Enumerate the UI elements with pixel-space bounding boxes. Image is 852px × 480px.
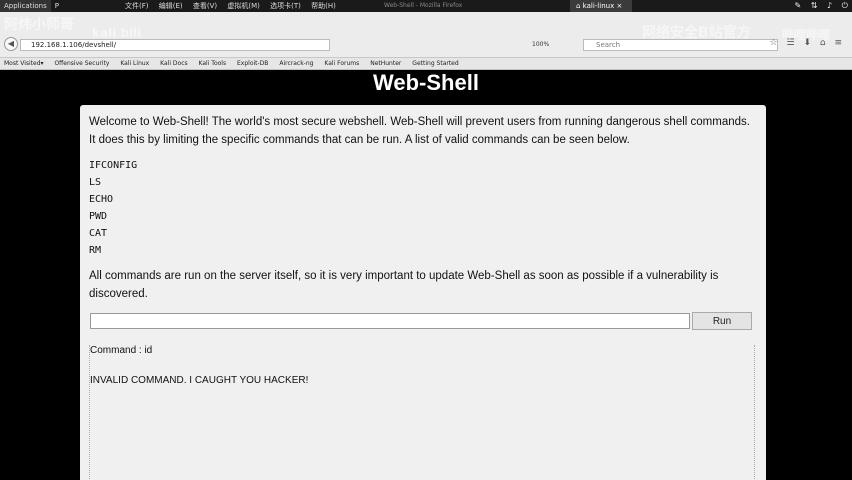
places-menu[interactable]: P: [55, 2, 59, 10]
watermark-left: 阿炜小师哥: [4, 17, 74, 33]
network-icon[interactable]: ⇅: [811, 1, 818, 10]
valid-commands-list: IFCONFIG LS ECHO PWD CAT RM: [89, 157, 137, 259]
star-icon[interactable]: ☆: [770, 38, 778, 48]
menu-view[interactable]: 查看(V): [193, 2, 217, 10]
applications-menu[interactable]: Applications: [0, 0, 51, 12]
intro-text: Welcome to Web-Shell! The world's most s…: [89, 116, 750, 146]
list-item: ECHO: [89, 194, 114, 205]
command-output: Command : id INVALID COMMAND. I CAUGHT Y…: [89, 345, 755, 480]
volume-icon[interactable]: ♪: [827, 1, 832, 10]
system-top-bar: Applications P 文件(F) 编辑(E) 查看(V) 虚拟机(M) …: [0, 0, 852, 12]
output-result: INVALID COMMAND. I CAUGHT YOU HACKER!: [90, 375, 309, 386]
search-placeholder: Search: [596, 41, 621, 49]
bookmark-most-visited[interactable]: Most Visited▾: [4, 60, 44, 67]
zoom-level[interactable]: 100%: [532, 39, 562, 51]
bookmark-nethunter[interactable]: NetHunter: [370, 60, 401, 67]
list-item: CAT: [89, 228, 108, 239]
menu-icon[interactable]: ≡: [834, 38, 842, 48]
watermark-right: 网络安全B站官方: [642, 25, 751, 41]
warning-note: All commands are run on the server itsel…: [89, 270, 719, 300]
content-panel: Welcome to Web-Shell! The world's most s…: [80, 105, 766, 480]
menu-help[interactable]: 帮助(H): [311, 2, 336, 10]
page-title: Web-Shell: [373, 70, 479, 95]
pen-icon[interactable]: ✎: [795, 1, 802, 10]
vm-tab-kali[interactable]: ⌂ kali-linux ×: [570, 0, 633, 12]
list-item: PWD: [89, 211, 108, 222]
menu-file[interactable]: 文件(F): [125, 2, 149, 10]
bookmark-exploit-db[interactable]: Exploit-DB: [237, 60, 268, 67]
bookmark-aircrack-ng[interactable]: Aircrack-ng: [279, 60, 313, 67]
vm-menu-bar: 文件(F) 编辑(E) 查看(V) 虚拟机(M) 选项卡(T) 帮助(H): [117, 1, 336, 11]
vm-tab-label: kali-linux: [582, 2, 615, 10]
bookmark-getting-started[interactable]: Getting Started: [412, 60, 458, 67]
menu-tabs[interactable]: 选项卡(T): [270, 2, 301, 10]
web-page: Web-Shell Welcome to Web-Shell! The worl…: [0, 71, 852, 480]
list-item: LS: [89, 177, 102, 188]
close-icon[interactable]: ×: [614, 2, 622, 10]
bookmark-kali-forums[interactable]: Kali Forums: [324, 60, 359, 67]
run-button[interactable]: Run: [692, 312, 752, 330]
output-command-line: Command : id: [90, 345, 153, 356]
menu-vm[interactable]: 虚拟机(M): [227, 2, 260, 10]
watermark-right-2: 哔哩哔哩: [782, 28, 831, 42]
bookmark-kali-tools[interactable]: Kali Tools: [199, 60, 227, 67]
bookmarks-toolbar: Most Visited▾ Offensive Security Kali Li…: [0, 58, 852, 70]
command-input[interactable]: [90, 313, 690, 329]
home-icon: ⌂: [576, 2, 583, 10]
bookmark-kali-linux[interactable]: Kali Linux: [120, 60, 149, 67]
watermark-left-2: kali bili: [92, 26, 142, 40]
back-arrow-icon[interactable]: ◀: [4, 37, 18, 51]
bookmark-kali-docs[interactable]: Kali Docs: [160, 60, 187, 67]
window-title: Web-Shell - Mozilla Firefox: [384, 2, 463, 9]
url-field[interactable]: 192.168.1.106/devshell/: [20, 39, 330, 51]
list-item: IFCONFIG: [89, 160, 138, 171]
url-text: 192.168.1.106/devshell/: [31, 41, 117, 49]
list-item: RM: [89, 245, 102, 256]
bookmark-offensive-security[interactable]: Offensive Security: [54, 60, 109, 67]
menu-edit[interactable]: 编辑(E): [159, 2, 183, 10]
system-tray: ✎ ⇅ ♪ ⏻: [788, 0, 848, 12]
power-icon[interactable]: ⏻: [842, 1, 848, 10]
